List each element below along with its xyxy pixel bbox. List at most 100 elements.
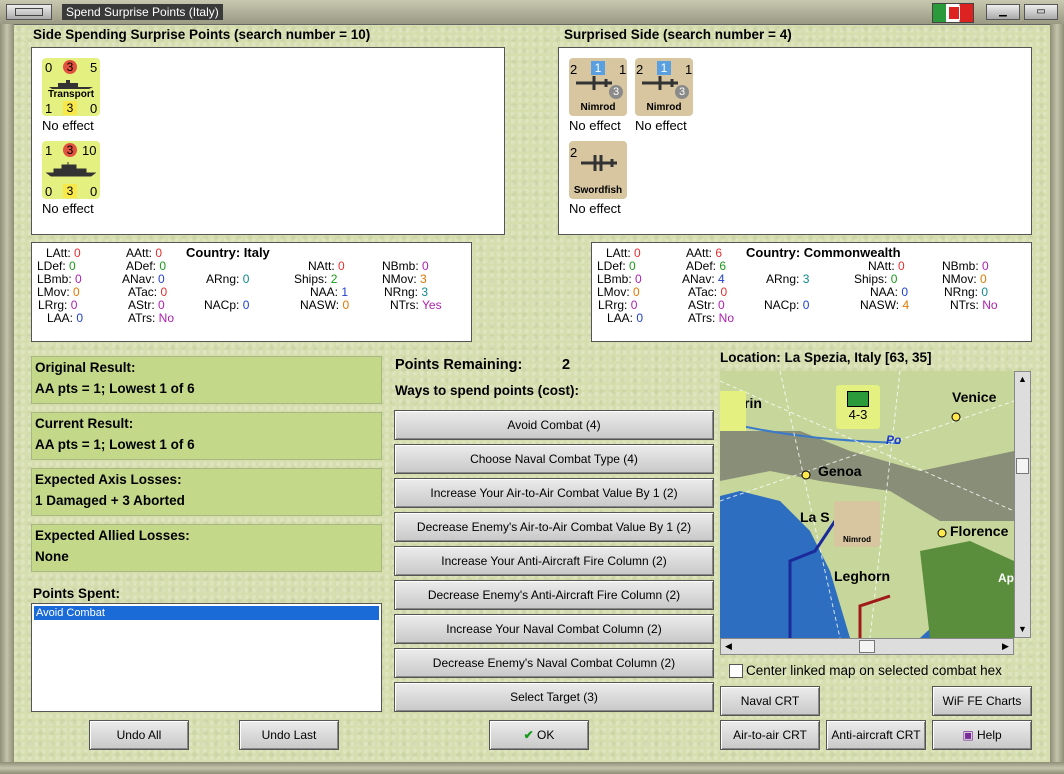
increase-air-to-air-button[interactable]: Increase Your Air-to-Air Combat Value By… [394,478,714,508]
choose-naval-combat-type-button[interactable]: Choose Naval Combat Type (4) [394,444,714,474]
original-result-value: AA pts = 1; Lowest 1 of 6 [35,381,195,396]
army-counter[interactable]: 4-3 [836,385,880,429]
map-label: Genoa [818,463,862,479]
stat-label: NACp: [204,298,240,312]
scroll-up-arrow-icon[interactable]: ▲ [1015,372,1030,387]
list-item[interactable]: Avoid Combat [34,606,379,620]
swordfish-counter[interactable]: 2 Swordfish [569,141,627,199]
scroll-thumb[interactable] [1016,458,1029,474]
counter-value: 0 [90,184,98,199]
current-result-value: AA pts = 1; Lowest 1 of 6 [35,437,195,452]
spending-units-panel: 0 3 5 Transport 1 3 0 No effect 1 3 10 0… [31,47,505,235]
scroll-thumb[interactable] [859,640,875,653]
minimize-button[interactable]: ▁ [986,4,1020,20]
increase-naval-combat-button[interactable]: Increase Your Naval Combat Column (2) [394,614,714,644]
counter-value: 1 [657,61,671,75]
ok-button[interactable]: ✔ OK [489,720,589,750]
counter-value: 3 [675,85,689,99]
ship-counter[interactable]: 1 3 10 0 3 0 [42,141,100,199]
map-location-label: Location: La Spezia, Italy [63, 35] [720,350,932,365]
partial-counter[interactable] [720,391,746,431]
left-frame [0,24,14,774]
allied-losses-value: None [35,549,69,564]
scroll-down-arrow-icon[interactable]: ▼ [1015,622,1030,637]
map-label: Florence [950,523,1009,539]
stat-label: ARng: [766,272,800,286]
stat-label: LAA: [47,311,74,325]
stat-label: LRrg: [38,298,68,312]
stat-label: LAA: [607,311,634,325]
stat-value: 0 [901,285,909,299]
nimrod-map-counter[interactable]: Nimrod [834,501,880,547]
stat-value: 2 [330,272,338,286]
anti-aircraft-crt-button[interactable]: Anti-aircraft CRT [826,720,926,750]
stat-value: No [718,311,735,325]
stat-label: NTrs: [950,298,979,312]
avoid-combat-button[interactable]: Avoid Combat (4) [394,410,714,440]
stat-label: AAtt: [686,246,713,260]
stat-label: ANav: [682,272,715,286]
stat-value: 0 [634,246,641,260]
wif-fe-charts-button[interactable]: WiF FE Charts [932,686,1032,716]
checkmark-icon: ✔ [523,728,534,742]
stat-value: 0 [74,246,81,260]
original-result-label: Original Result: [35,360,136,375]
system-menu-button[interactable] [6,4,52,20]
aircraft-icon [576,76,612,90]
map-label: Ap [998,571,1014,585]
stat-value: 6 [719,259,727,273]
nimrod-counter[interactable]: 2 1 1 3 Nimrod [635,58,693,116]
scroll-left-arrow-icon[interactable]: ◀ [721,639,736,654]
transport-counter[interactable]: 0 3 5 Transport 1 3 0 [42,58,100,116]
stat-value: Yes [422,298,442,312]
stat-label: ATac: [128,285,158,299]
stat-value: 0 [75,272,82,286]
stat-label: NAtt: [868,259,895,273]
naval-crt-button[interactable]: Naval CRT [720,686,820,716]
increase-anti-aircraft-button[interactable]: Increase Your Anti-Aircraft Fire Column … [394,546,714,576]
decrease-enemy-air-to-air-button[interactable]: Decrease Enemy's Air-to-Air Combat Value… [394,512,714,542]
center-map-label: Center linked map on selected combat hex [746,663,1002,678]
undo-all-button[interactable]: Undo All [89,720,189,750]
center-map-checkbox[interactable] [729,664,743,678]
stat-value: 3 [802,272,810,286]
counter-value: 1 [591,61,605,75]
nimrod-counter[interactable]: 2 1 1 3 Nimrod [569,58,627,116]
original-result-box: Original Result: AA pts = 1; Lowest 1 of… [31,356,382,404]
air-to-air-crt-button[interactable]: Air-to-air CRT [720,720,820,750]
stat-label: NRng: [384,285,419,299]
mini-map[interactable]: Venice Genoa La S Florence Leghorn Po ri… [720,371,1014,638]
counter-value: 1 [45,143,53,158]
stat-value: 0 [630,298,638,312]
stat-label: ARng: [206,272,240,286]
map-vertical-scrollbar[interactable]: ▲ ▼ [1014,371,1031,638]
stat-label: ANav: [122,272,155,286]
help-button[interactable]: ▣ Help [932,720,1032,750]
stat-value: 0 [980,272,987,286]
unit-effect: No effect [42,118,94,133]
stat-value: 0 [981,285,989,299]
map-label: rin [744,395,762,411]
maximize-button[interactable]: ▭ [1024,4,1058,20]
stat-value: 4 [718,272,725,286]
stat-value: 0 [890,272,898,286]
stat-value: 0 [158,272,165,286]
map-horizontal-scrollbar[interactable]: ◀ ▶ [720,638,1014,655]
decrease-enemy-naval-combat-button[interactable]: Decrease Enemy's Naval Combat Column (2) [394,648,714,678]
ways-to-spend-label: Ways to spend points (cost): [395,383,580,398]
help-label: Help [977,728,1002,742]
points-spent-list[interactable]: Avoid Combat [31,603,382,712]
undo-last-button[interactable]: Undo Last [239,720,339,750]
select-target-button[interactable]: Select Target (3) [394,682,714,712]
unit-effect: No effect [635,118,687,133]
scroll-right-arrow-icon[interactable]: ▶ [998,639,1013,654]
stat-value: 0 [338,259,345,273]
stat-label: ATac: [688,285,718,299]
stat-value: 0 [718,298,725,312]
stat-value: 0 [242,272,250,286]
counter-value: 2 [570,145,578,160]
decrease-enemy-anti-aircraft-button[interactable]: Decrease Enemy's Anti-Aircraft Fire Colu… [394,580,714,610]
window-title: Spend Surprise Points (Italy) [62,4,223,20]
points-spent-label: Points Spent: [33,586,120,601]
stat-value: 0 [629,259,636,273]
